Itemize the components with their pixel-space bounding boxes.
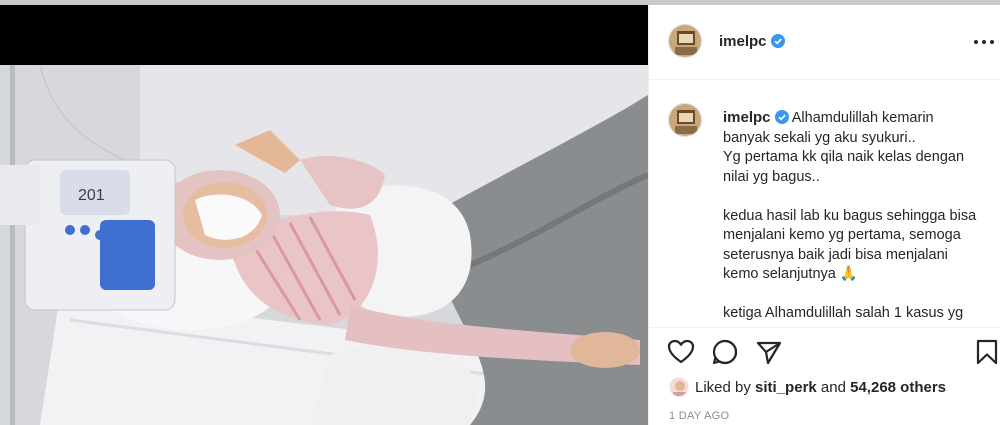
liker-avatar[interactable]	[669, 377, 689, 397]
liker-username[interactable]: siti_perk	[755, 379, 817, 396]
caption-line: kedua hasil lab ku bagus sehingga bisa	[723, 207, 977, 224]
heart-icon[interactable]	[667, 338, 695, 366]
post-timestamp[interactable]: 1 DAY AGO	[669, 410, 729, 422]
svg-text:201: 201	[78, 187, 105, 204]
caption-line: ketiga Alhamdulillah salah 1 kasus yg	[723, 305, 964, 321]
caption-line: kemo selanjutnya 🙏	[723, 266, 858, 282]
caption-area: imelpc Alhamdulillah kemarin banyak seka…	[649, 81, 1000, 327]
likes-joiner: and	[820, 379, 846, 396]
paper-plane-icon[interactable]	[755, 338, 783, 366]
author-username-text[interactable]: imelpc	[719, 33, 767, 50]
caption-line: banyak sekali yg aku syukuri..	[723, 129, 916, 146]
author-avatar[interactable]	[668, 24, 702, 58]
caption-line: nilai yg bagus..	[723, 168, 820, 185]
caption-line: Yg pertama kk qila naik kelas dengan	[723, 149, 965, 165]
post-side-panel: imelpc imelpc Alhamdulillah kemarin bany…	[648, 5, 1000, 425]
verified-badge-icon	[774, 110, 789, 124]
verified-badge-icon	[770, 34, 785, 48]
caption-line: seterusnya baik jadi bisa menjalani	[723, 246, 948, 263]
caption-username[interactable]: imelpc	[723, 109, 771, 126]
author-username[interactable]: imelpc	[719, 33, 785, 50]
caption-text: imelpc Alhamdulillah kemarin banyak seka…	[723, 108, 985, 324]
caption-line: Alhamdulillah kemarin	[791, 110, 934, 126]
bookmark-icon[interactable]	[973, 338, 1000, 366]
post-header: imelpc	[649, 5, 1000, 80]
hospital-bed-photo: 201	[0, 65, 648, 425]
post-actions	[649, 327, 1000, 373]
post-photo[interactable]: 201	[0, 5, 648, 425]
caption-line: menjalani kemo yg pertama, semoga	[723, 227, 961, 243]
caption-author-avatar[interactable]	[668, 103, 702, 137]
likes-count[interactable]: 54,268 others	[850, 379, 946, 396]
likes-prefix: Liked by	[695, 379, 751, 396]
more-options-icon[interactable]	[973, 31, 995, 53]
comment-icon[interactable]	[711, 338, 739, 366]
likes-summary: Liked by siti_perk and 54,268 others	[669, 377, 946, 399]
